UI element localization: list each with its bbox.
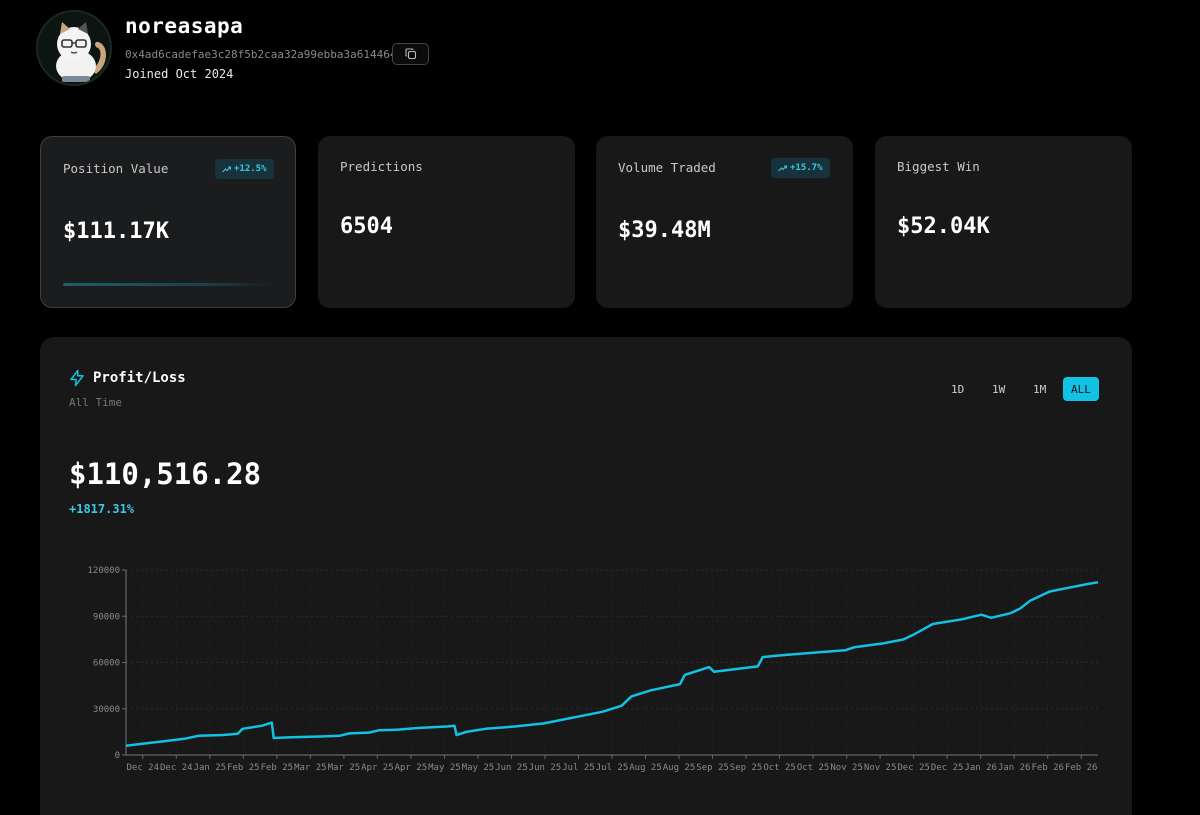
x-tick-label: Jun 25 [495,763,528,773]
y-tick-label: 30000 [93,705,120,715]
x-tick-label: Jul 25 [562,763,595,773]
x-tick-label: Jul 25 [596,763,629,773]
x-tick-label: Apr 25 [395,763,428,773]
x-tick-label: May 25 [462,763,495,773]
x-tick-label: Nov 25 [830,763,863,773]
x-tick-label: Apr 25 [361,763,394,773]
x-tick-label: Feb 25 [227,763,260,773]
y-tick-label: 120000 [87,566,120,576]
x-tick-label: Dec 25 [931,763,964,773]
x-tick-label: Dec 25 [897,763,930,773]
x-tick-label: Aug 25 [629,763,662,773]
pnl-line-chart: 0300006000090000120000Dec 24 Dec 24 Jan 25… [87,566,1099,773]
x-tick-label: Feb 26 [1031,763,1064,773]
y-tick-label: 60000 [93,659,120,669]
y-tick-label: 0 [115,751,120,761]
x-tick-label: Mar 25 [294,763,327,773]
x-tick-label: Jan 25 [194,763,227,773]
x-tick-label: Sep 25 [696,763,729,773]
x-tick-label: Jan 26 [964,763,997,773]
x-tick-label: Dec 24 [160,763,193,773]
x-tick-label: Oct 25 [797,763,830,773]
x-tick-label: Feb 25 [261,763,294,773]
x-tick-label: May 25 [428,763,461,773]
x-tick-label: Feb 26 [1065,763,1098,773]
x-tick-label: Oct 25 [763,763,796,773]
x-tick-label: Dec 24 [127,763,160,773]
y-tick-label: 90000 [93,612,120,622]
x-tick-label: Mar 25 [328,763,361,773]
x-tick-label: Sep 25 [730,763,763,773]
x-tick-label: Aug 25 [663,763,696,773]
x-tick-label: Jan 26 [998,763,1031,773]
x-tick-label: Jun 25 [529,763,562,773]
x-tick-label: Nov 25 [864,763,897,773]
